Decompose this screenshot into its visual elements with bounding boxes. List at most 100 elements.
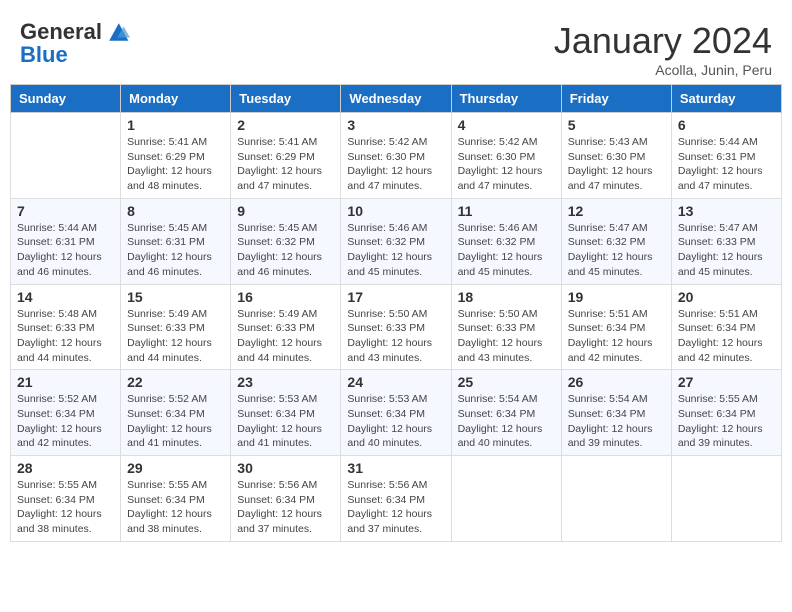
calendar-cell: 16 Sunrise: 5:49 AM Sunset: 6:33 PM Dayl… — [231, 284, 341, 370]
calendar-cell: 18 Sunrise: 5:50 AM Sunset: 6:33 PM Dayl… — [451, 284, 561, 370]
calendar-cell — [671, 456, 781, 542]
day-info: Sunrise: 5:54 AM Sunset: 6:34 PM Dayligh… — [568, 393, 653, 449]
day-number: 29 — [127, 460, 224, 476]
calendar-cell: 14 Sunrise: 5:48 AM Sunset: 6:33 PM Dayl… — [11, 284, 121, 370]
day-info: Sunrise: 5:45 AM Sunset: 6:32 PM Dayligh… — [237, 222, 322, 278]
calendar-cell: 12 Sunrise: 5:47 AM Sunset: 6:32 PM Dayl… — [561, 198, 671, 284]
calendar-cell: 19 Sunrise: 5:51 AM Sunset: 6:34 PM Dayl… — [561, 284, 671, 370]
day-number: 7 — [17, 203, 114, 219]
day-info: Sunrise: 5:51 AM Sunset: 6:34 PM Dayligh… — [568, 308, 653, 364]
day-number: 22 — [127, 374, 224, 390]
day-info: Sunrise: 5:51 AM Sunset: 6:34 PM Dayligh… — [678, 308, 763, 364]
day-number: 4 — [458, 117, 555, 133]
calendar-cell: 15 Sunrise: 5:49 AM Sunset: 6:33 PM Dayl… — [121, 284, 231, 370]
day-number: 9 — [237, 203, 334, 219]
subtitle: Acolla, Junin, Peru — [554, 62, 772, 78]
day-number: 24 — [347, 374, 444, 390]
day-info: Sunrise: 5:56 AM Sunset: 6:34 PM Dayligh… — [347, 479, 432, 535]
calendar-cell — [561, 456, 671, 542]
day-header-friday: Friday — [561, 85, 671, 113]
day-info: Sunrise: 5:52 AM Sunset: 6:34 PM Dayligh… — [127, 393, 212, 449]
calendar-cell: 21 Sunrise: 5:52 AM Sunset: 6:34 PM Dayl… — [11, 370, 121, 456]
page-header: General Blue January 2024 Acolla, Junin,… — [10, 10, 782, 84]
day-number: 1 — [127, 117, 224, 133]
day-number: 16 — [237, 289, 334, 305]
calendar-cell: 31 Sunrise: 5:56 AM Sunset: 6:34 PM Dayl… — [341, 456, 451, 542]
day-info: Sunrise: 5:55 AM Sunset: 6:34 PM Dayligh… — [127, 479, 212, 535]
day-info: Sunrise: 5:53 AM Sunset: 6:34 PM Dayligh… — [237, 393, 322, 449]
day-number: 19 — [568, 289, 665, 305]
day-header-monday: Monday — [121, 85, 231, 113]
day-info: Sunrise: 5:45 AM Sunset: 6:31 PM Dayligh… — [127, 222, 212, 278]
calendar-cell: 27 Sunrise: 5:55 AM Sunset: 6:34 PM Dayl… — [671, 370, 781, 456]
day-info: Sunrise: 5:47 AM Sunset: 6:32 PM Dayligh… — [568, 222, 653, 278]
day-info: Sunrise: 5:41 AM Sunset: 6:29 PM Dayligh… — [127, 136, 212, 192]
calendar-cell: 11 Sunrise: 5:46 AM Sunset: 6:32 PM Dayl… — [451, 198, 561, 284]
calendar-cell — [451, 456, 561, 542]
calendar-cell: 9 Sunrise: 5:45 AM Sunset: 6:32 PM Dayli… — [231, 198, 341, 284]
calendar-cell: 25 Sunrise: 5:54 AM Sunset: 6:34 PM Dayl… — [451, 370, 561, 456]
day-info: Sunrise: 5:49 AM Sunset: 6:33 PM Dayligh… — [127, 308, 212, 364]
day-number: 21 — [17, 374, 114, 390]
day-info: Sunrise: 5:48 AM Sunset: 6:33 PM Dayligh… — [17, 308, 102, 364]
calendar-cell: 7 Sunrise: 5:44 AM Sunset: 6:31 PM Dayli… — [11, 198, 121, 284]
day-info: Sunrise: 5:43 AM Sunset: 6:30 PM Dayligh… — [568, 136, 653, 192]
day-number: 15 — [127, 289, 224, 305]
day-info: Sunrise: 5:50 AM Sunset: 6:33 PM Dayligh… — [347, 308, 432, 364]
day-info: Sunrise: 5:46 AM Sunset: 6:32 PM Dayligh… — [347, 222, 432, 278]
month-title: January 2024 — [554, 20, 772, 62]
logo: General Blue — [20, 20, 130, 67]
calendar-cell: 10 Sunrise: 5:46 AM Sunset: 6:32 PM Dayl… — [341, 198, 451, 284]
day-info: Sunrise: 5:44 AM Sunset: 6:31 PM Dayligh… — [17, 222, 102, 278]
day-info: Sunrise: 5:41 AM Sunset: 6:29 PM Dayligh… — [237, 136, 322, 192]
day-info: Sunrise: 5:49 AM Sunset: 6:33 PM Dayligh… — [237, 308, 322, 364]
day-number: 31 — [347, 460, 444, 476]
day-number: 12 — [568, 203, 665, 219]
day-header-thursday: Thursday — [451, 85, 561, 113]
calendar-cell: 17 Sunrise: 5:50 AM Sunset: 6:33 PM Dayl… — [341, 284, 451, 370]
day-number: 18 — [458, 289, 555, 305]
calendar-cell: 28 Sunrise: 5:55 AM Sunset: 6:34 PM Dayl… — [11, 456, 121, 542]
calendar-cell: 8 Sunrise: 5:45 AM Sunset: 6:31 PM Dayli… — [121, 198, 231, 284]
day-info: Sunrise: 5:53 AM Sunset: 6:34 PM Dayligh… — [347, 393, 432, 449]
day-number: 13 — [678, 203, 775, 219]
day-header-saturday: Saturday — [671, 85, 781, 113]
calendar-cell: 26 Sunrise: 5:54 AM Sunset: 6:34 PM Dayl… — [561, 370, 671, 456]
calendar-cell: 6 Sunrise: 5:44 AM Sunset: 6:31 PM Dayli… — [671, 113, 781, 199]
calendar-cell: 20 Sunrise: 5:51 AM Sunset: 6:34 PM Dayl… — [671, 284, 781, 370]
logo-blue: Blue — [20, 42, 68, 67]
calendar-cell: 3 Sunrise: 5:42 AM Sunset: 6:30 PM Dayli… — [341, 113, 451, 199]
day-info: Sunrise: 5:54 AM Sunset: 6:34 PM Dayligh… — [458, 393, 543, 449]
day-info: Sunrise: 5:55 AM Sunset: 6:34 PM Dayligh… — [17, 479, 102, 535]
day-number: 14 — [17, 289, 114, 305]
day-number: 25 — [458, 374, 555, 390]
day-info: Sunrise: 5:44 AM Sunset: 6:31 PM Dayligh… — [678, 136, 763, 192]
day-header-wednesday: Wednesday — [341, 85, 451, 113]
day-header-tuesday: Tuesday — [231, 85, 341, 113]
calendar-cell: 24 Sunrise: 5:53 AM Sunset: 6:34 PM Dayl… — [341, 370, 451, 456]
day-number: 26 — [568, 374, 665, 390]
day-info: Sunrise: 5:52 AM Sunset: 6:34 PM Dayligh… — [17, 393, 102, 449]
day-number: 8 — [127, 203, 224, 219]
day-number: 2 — [237, 117, 334, 133]
day-number: 10 — [347, 203, 444, 219]
logo-general: General — [20, 21, 102, 43]
calendar-cell: 4 Sunrise: 5:42 AM Sunset: 6:30 PM Dayli… — [451, 113, 561, 199]
day-number: 5 — [568, 117, 665, 133]
day-number: 23 — [237, 374, 334, 390]
day-info: Sunrise: 5:42 AM Sunset: 6:30 PM Dayligh… — [458, 136, 543, 192]
calendar-cell: 5 Sunrise: 5:43 AM Sunset: 6:30 PM Dayli… — [561, 113, 671, 199]
calendar-table: SundayMondayTuesdayWednesdayThursdayFrid… — [10, 84, 782, 542]
calendar-cell: 30 Sunrise: 5:56 AM Sunset: 6:34 PM Dayl… — [231, 456, 341, 542]
day-number: 20 — [678, 289, 775, 305]
calendar-cell: 1 Sunrise: 5:41 AM Sunset: 6:29 PM Dayli… — [121, 113, 231, 199]
day-number: 17 — [347, 289, 444, 305]
day-number: 30 — [237, 460, 334, 476]
day-info: Sunrise: 5:46 AM Sunset: 6:32 PM Dayligh… — [458, 222, 543, 278]
calendar-cell: 23 Sunrise: 5:53 AM Sunset: 6:34 PM Dayl… — [231, 370, 341, 456]
title-section: January 2024 Acolla, Junin, Peru — [554, 20, 772, 78]
day-number: 6 — [678, 117, 775, 133]
day-number: 27 — [678, 374, 775, 390]
calendar-cell — [11, 113, 121, 199]
calendar-cell: 2 Sunrise: 5:41 AM Sunset: 6:29 PM Dayli… — [231, 113, 341, 199]
